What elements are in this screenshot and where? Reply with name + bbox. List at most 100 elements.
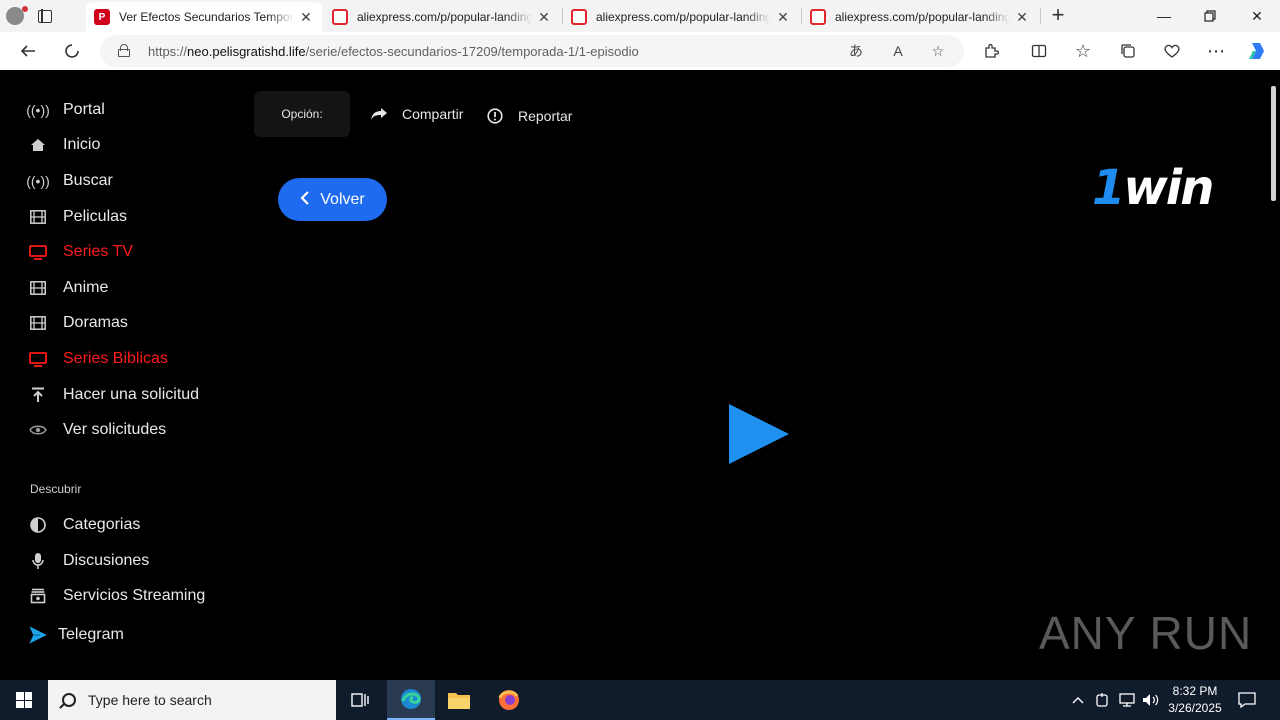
tab-actions-icon (38, 9, 52, 23)
sidebar-item-categorias[interactable]: Categorias (28, 513, 140, 537)
url-host: neo.pelisgratishd.life (187, 44, 306, 59)
windows-taskbar: Type here to search 8:32 PM 3/26/2025 (0, 680, 1280, 720)
volume-icon[interactable] (1142, 680, 1160, 720)
close-tab-icon[interactable]: ✕ (1014, 9, 1030, 26)
option-label: Opción: (281, 107, 323, 121)
tab-separator (1040, 8, 1041, 24)
sidebar-item-series-biblicas[interactable]: Series Biblicas (28, 347, 168, 371)
browser-tab-2[interactable]: aliexpress.com/p/popular-landing ✕ (324, 2, 560, 32)
copilot-icon[interactable] (1243, 37, 1271, 65)
sidebar-item-buscar[interactable]: ((•)) Buscar (26, 169, 113, 193)
eye-icon (28, 420, 48, 440)
tab-title: aliexpress.com/p/popular-landing (596, 10, 771, 24)
sidebar-item-label: Anime (63, 279, 109, 296)
browser-essentials-icon[interactable] (1158, 37, 1186, 65)
film-icon (28, 207, 48, 227)
share-button[interactable]: Compartir (370, 104, 463, 124)
restore-button[interactable] (1187, 0, 1233, 32)
close-tab-icon[interactable]: ✕ (536, 9, 552, 26)
favorite-star-icon[interactable]: ☆ (928, 41, 948, 61)
sidebar-item-inicio[interactable]: Inicio (28, 133, 100, 157)
restore-icon (1204, 10, 1216, 22)
home-icon (28, 135, 48, 155)
split-screen-icon[interactable] (1025, 37, 1053, 65)
network-icon[interactable] (1118, 680, 1136, 720)
lock-icon[interactable] (118, 44, 130, 57)
sidebar-item-anime[interactable]: Anime (28, 276, 108, 300)
address-bar[interactable]: https://neo.pelisgratishd.life/serie/efe… (100, 35, 964, 67)
sidebar-item-portal[interactable]: ((•)) Portal (26, 98, 105, 122)
read-aloud-icon[interactable]: A (888, 41, 908, 61)
task-view-button[interactable] (336, 680, 384, 720)
browser-tab-1[interactable]: P Ver Efectos Secundarios Temporada ✕ (86, 2, 322, 32)
share-label: Compartir (402, 106, 464, 122)
stop-loading-icon[interactable] (58, 37, 86, 65)
taskbar-edge-app[interactable] (387, 680, 435, 720)
sidebar-item-telegram[interactable]: Telegram (28, 623, 124, 647)
sidebar-item-discusiones[interactable]: Discusiones (28, 549, 149, 573)
web-page: ((•)) Portal Inicio ((•)) Buscar Pelicul… (4, 70, 1276, 676)
sidebar-item-hacer-solicitud[interactable]: Hacer una solicitud (28, 383, 199, 407)
sidebar-item-label: Discusiones (63, 552, 150, 569)
sidebar-item-label: Ver solicitudes (63, 421, 167, 438)
taskbar-search-box[interactable]: Type here to search (48, 680, 336, 720)
share-icon (370, 105, 388, 123)
clock-time: 8:32 PM (1172, 684, 1218, 698)
aliexpress-icon (332, 9, 348, 25)
sidebar-item-peliculas[interactable]: Peliculas (28, 205, 127, 229)
upload-icon (28, 385, 48, 405)
browser-toolbar: https://neo.pelisgratishd.life/serie/efe… (0, 32, 1280, 70)
sidebar-item-label: Hacer una solicitud (63, 386, 200, 403)
folder-icon (448, 693, 470, 709)
minimize-button[interactable]: — (1141, 0, 1187, 32)
close-tab-icon[interactable]: ✕ (775, 9, 791, 26)
translate-icon[interactable]: あ (846, 41, 866, 61)
close-tab-icon[interactable]: ✕ (298, 9, 314, 26)
task-view-icon (351, 693, 369, 707)
browser-tab-4[interactable]: aliexpress.com/p/popular-landing ✕ (802, 2, 1038, 32)
aliexpress-icon (810, 9, 826, 25)
tray-device-icon[interactable] (1095, 680, 1109, 720)
start-button[interactable] (0, 680, 48, 720)
favorites-icon[interactable]: ☆ (1069, 37, 1097, 65)
taskbar-clock[interactable]: 8:32 PM 3/26/2025 (1160, 683, 1230, 717)
sidebar-item-series-tv[interactable]: Series TV (28, 240, 133, 264)
tab-strip: P Ver Efectos Secundarios Temporada ✕ al… (0, 0, 1280, 32)
sidebar-item-doramas[interactable]: Doramas (28, 311, 128, 335)
stack-icon (28, 586, 48, 606)
watermark-text: ANY RUN (1039, 607, 1253, 659)
taskbar-file-explorer[interactable] (435, 680, 483, 720)
browser-tab-3[interactable]: aliexpress.com/p/popular-landing ✕ (563, 2, 799, 32)
report-button[interactable]: Reportar (486, 106, 572, 126)
profile-avatar[interactable] (0, 0, 30, 32)
tray-chevron-icon[interactable] (1071, 680, 1085, 720)
close-window-button[interactable]: ✕ (1234, 0, 1280, 32)
more-menu-icon[interactable]: ⋯ (1202, 37, 1230, 65)
new-tab-button[interactable]: + (1046, 4, 1070, 28)
back-button[interactable]: Volver (278, 178, 387, 221)
tab-actions-button[interactable] (30, 0, 60, 32)
sidebar-item-label: Telegram (58, 626, 124, 643)
sidebar-item-label: Buscar (63, 172, 113, 189)
url-text: https://neo.pelisgratishd.life/serie/efe… (148, 44, 639, 59)
collections-icon[interactable] (1114, 37, 1142, 65)
broadcast-icon: ((•)) (26, 102, 50, 118)
edge-icon (401, 689, 421, 709)
sidebar-item-label: Servicios Streaming (63, 587, 206, 604)
option-selector[interactable]: Opción: (254, 91, 350, 137)
sidebar-item-label: Series Biblicas (63, 350, 168, 367)
notification-center-icon[interactable] (1238, 680, 1256, 720)
page-scrollbar[interactable] (1271, 86, 1276, 201)
brand-logo-text: 1win (1092, 160, 1214, 216)
extensions-icon[interactable] (977, 37, 1005, 65)
tab-title: aliexpress.com/p/popular-landing (835, 10, 1010, 24)
sidebar-item-ver-solicitudes[interactable]: Ver solicitudes (28, 418, 166, 442)
play-button[interactable] (729, 404, 789, 464)
taskbar-firefox[interactable] (485, 680, 533, 720)
back-arrow-icon[interactable] (14, 37, 42, 65)
report-label: Reportar (518, 108, 573, 124)
brand-logo[interactable]: 1win (1092, 160, 1252, 222)
sidebar-item-servicios-streaming[interactable]: Servicios Streaming (28, 584, 205, 608)
sidebar-item-label: Peliculas (63, 208, 128, 225)
discover-section-label: Descubrir (30, 482, 82, 496)
